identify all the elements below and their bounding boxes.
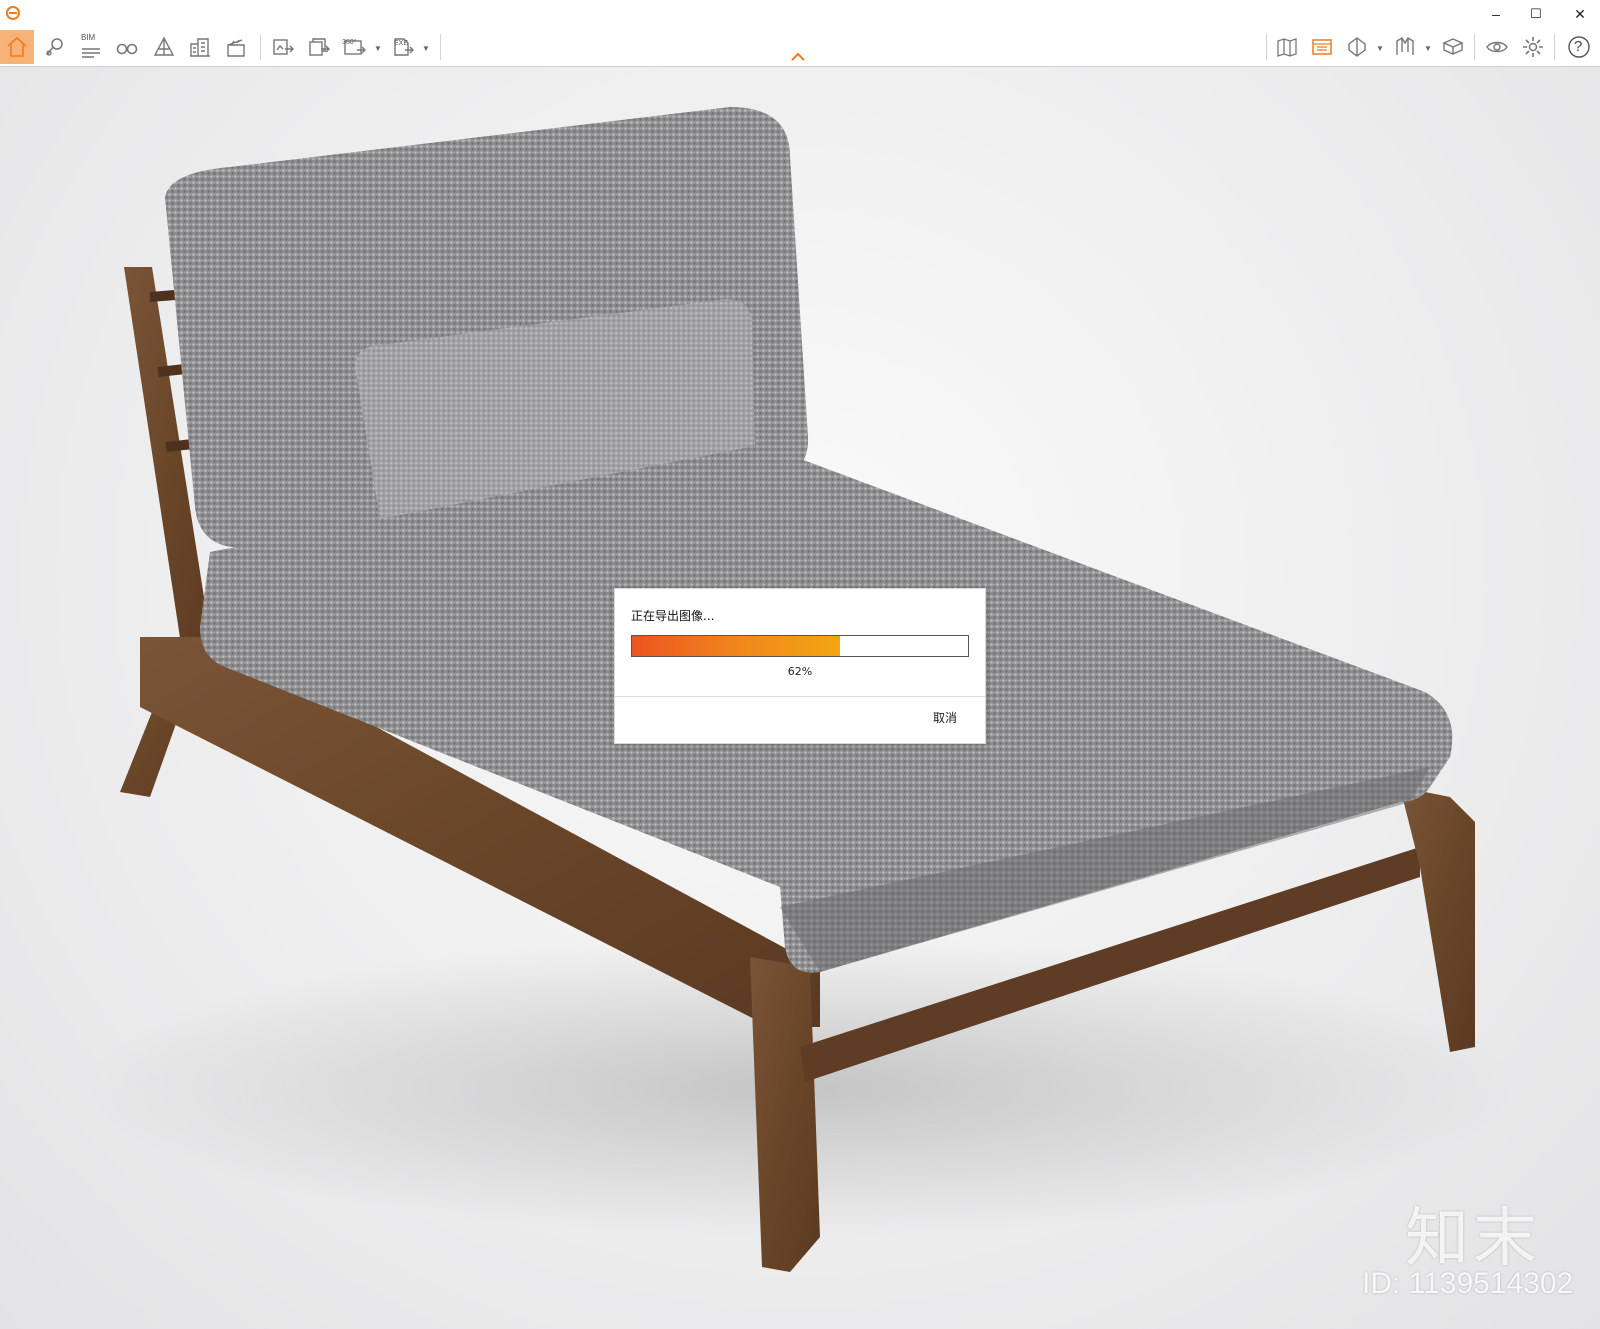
settings-button[interactable] <box>1516 30 1550 64</box>
toolbar-separator <box>440 34 441 60</box>
material-icon <box>1442 38 1464 56</box>
pano-label: 360° <box>342 39 357 46</box>
panel-button[interactable] <box>1305 30 1339 64</box>
watermark-id: ID: 1139514302 <box>1362 1267 1574 1300</box>
maximize-button[interactable]: ☐ <box>1516 0 1556 28</box>
eye-icon <box>1486 41 1508 53</box>
chevron-down-icon[interactable]: ▼ <box>1424 44 1432 53</box>
toolbar-separator <box>260 34 261 60</box>
animation-button[interactable] <box>219 30 253 64</box>
home-button[interactable] <box>0 30 34 64</box>
export-exe-button[interactable]: EXE <box>386 30 420 64</box>
map-icon <box>1277 38 1297 57</box>
chevron-down-icon[interactable]: ▼ <box>422 44 430 53</box>
buildings-icon <box>190 38 210 57</box>
export-image-button[interactable] <box>266 30 300 64</box>
progress-percent: 62% <box>787 665 813 678</box>
export-progress-dialog: 正在导出图像... 62% 取消 <box>614 588 986 744</box>
dialog-divider <box>615 696 985 697</box>
help-button[interactable]: ? <box>1562 30 1596 64</box>
export-exe-icon <box>394 38 414 56</box>
chevron-down-icon[interactable]: ▼ <box>1376 44 1384 53</box>
export-360-button[interactable]: 360° <box>338 30 372 64</box>
section-button[interactable] <box>1340 30 1374 64</box>
location-pin-icon <box>46 38 63 56</box>
export-progress-bar <box>631 635 969 657</box>
binoculars-button[interactable] <box>110 30 144 64</box>
toolbar-separator <box>1266 34 1267 60</box>
minimize-button[interactable]: – <box>1476 0 1516 28</box>
measure-icon <box>1396 37 1414 55</box>
toolbar-separator <box>1474 34 1475 60</box>
perspective-icon <box>153 36 175 56</box>
home-icon <box>7 36 27 57</box>
batch-export-icon <box>309 38 330 56</box>
material-button[interactable] <box>1436 30 1470 64</box>
cancel-button[interactable]: 取消 <box>933 709 957 726</box>
chevron-down-icon[interactable]: ▼ <box>374 44 382 53</box>
map-button[interactable] <box>1270 30 1304 64</box>
location-button[interactable] <box>38 30 72 64</box>
collapse-toolbar-icon[interactable] <box>790 50 806 62</box>
app-logo-icon <box>6 6 20 20</box>
measure-button[interactable] <box>1388 30 1422 64</box>
export-image-icon <box>273 39 294 55</box>
binoculars-icon <box>116 43 138 55</box>
progress-fill <box>632 636 841 656</box>
section-icon <box>1348 37 1366 57</box>
panel-icon <box>1312 39 1332 55</box>
buildings-button[interactable] <box>183 30 217 64</box>
exe-label: EXE <box>394 40 409 47</box>
help-label: ? <box>1574 38 1583 55</box>
dialog-title: 正在导出图像... <box>631 609 715 623</box>
batch-export-button[interactable] <box>302 30 336 64</box>
perspective-button[interactable] <box>147 30 181 64</box>
visibility-button[interactable] <box>1480 30 1514 64</box>
bim-label: BIM <box>81 33 96 42</box>
close-button[interactable]: ✕ <box>1560 0 1600 28</box>
toolbar-separator <box>1554 34 1555 60</box>
gear-icon <box>1523 37 1543 57</box>
title-bar: – ☐ ✕ <box>0 0 1600 28</box>
bim-button[interactable]: BIM <box>74 30 108 64</box>
clapperboard-icon <box>227 39 245 57</box>
watermark-brand: 知末 <box>1405 1202 1541 1276</box>
